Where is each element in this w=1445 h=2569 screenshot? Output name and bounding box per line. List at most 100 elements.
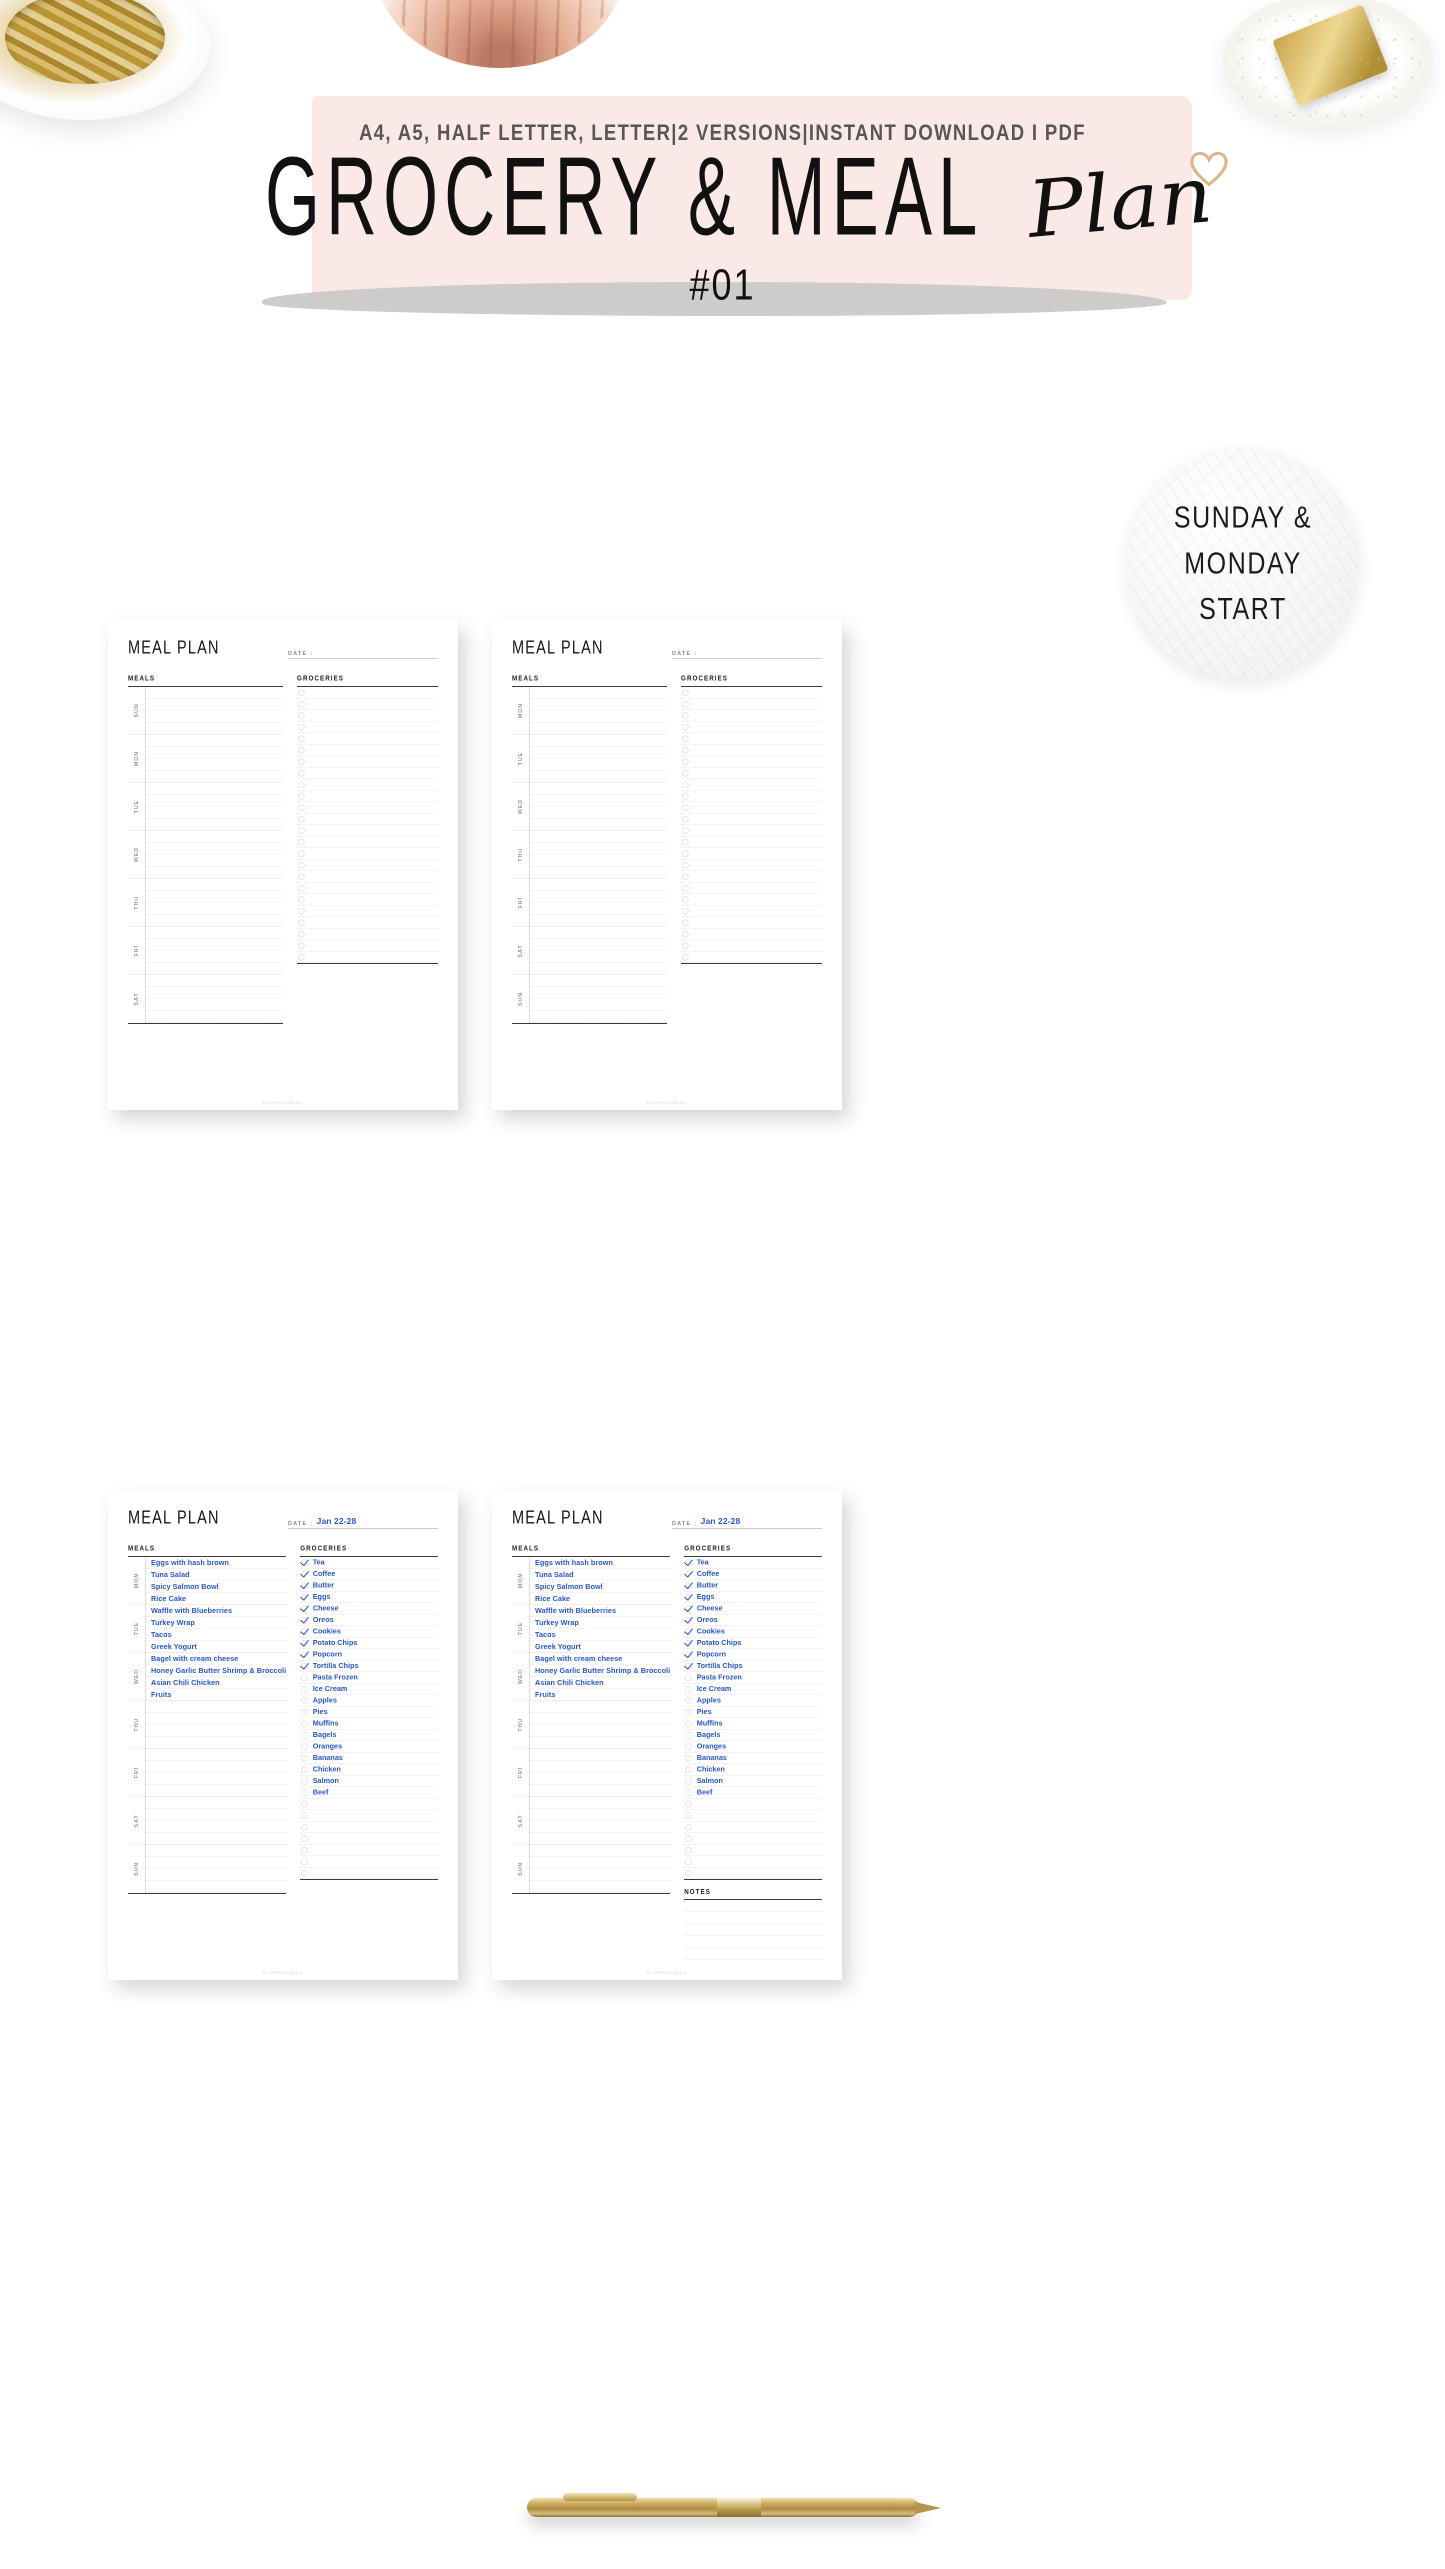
grocery-checkbox[interactable] (682, 827, 689, 834)
grocery-checkbox[interactable] (301, 1616, 308, 1624)
grocery-item[interactable] (297, 768, 438, 779)
meal-line[interactable] (529, 783, 668, 795)
grocery-checkbox[interactable] (301, 1605, 308, 1612)
meal-line[interactable] (529, 987, 668, 999)
grocery-checkbox[interactable] (301, 1823, 308, 1831)
meal-line[interactable] (145, 975, 284, 987)
grocery-checkbox[interactable] (298, 792, 305, 800)
grocery-checkbox[interactable] (685, 1743, 692, 1750)
grocery-item[interactable] (297, 906, 438, 917)
grocery-checkbox[interactable] (682, 850, 689, 857)
grocery-item[interactable]: Bananas (684, 1753, 822, 1764)
grocery-item[interactable] (681, 940, 822, 952)
meal-line[interactable] (529, 1749, 671, 1761)
meal-line[interactable] (529, 699, 668, 711)
grocery-item[interactable]: Oreos (300, 1615, 438, 1626)
meal-line[interactable]: Tacos (145, 1629, 287, 1641)
grocery-item[interactable] (684, 1845, 822, 1856)
meal-line[interactable] (529, 723, 668, 735)
meal-line[interactable] (145, 867, 284, 879)
grocery-item[interactable]: Bagels (300, 1730, 438, 1741)
meal-line[interactable] (145, 1761, 287, 1773)
grocery-item[interactable] (681, 687, 822, 699)
grocery-item[interactable] (300, 1833, 438, 1845)
grocery-checkbox[interactable] (685, 1559, 692, 1566)
meal-line[interactable] (145, 951, 284, 963)
meal-line[interactable] (145, 903, 284, 915)
meal-line[interactable] (529, 1857, 671, 1869)
grocery-item[interactable] (300, 1810, 438, 1822)
grocery-checkbox[interactable] (301, 1800, 308, 1808)
meal-line[interactable]: Turkey Wrap (529, 1617, 671, 1629)
meal-line[interactable] (145, 1797, 287, 1809)
grocery-checkbox[interactable] (682, 700, 689, 708)
grocery-checkbox[interactable] (685, 1628, 692, 1635)
meal-line[interactable] (529, 1761, 671, 1773)
grocery-checkbox[interactable] (301, 1754, 308, 1762)
grocery-item[interactable] (297, 871, 438, 883)
meal-line[interactable] (145, 735, 284, 747)
grocery-item[interactable] (681, 952, 822, 963)
grocery-item[interactable] (297, 722, 438, 733)
meal-line[interactable] (145, 1857, 287, 1869)
grocery-item[interactable] (684, 1810, 822, 1822)
grocery-checkbox[interactable] (298, 815, 305, 823)
grocery-item[interactable] (297, 894, 438, 906)
meal-line[interactable] (529, 687, 668, 699)
grocery-checkbox[interactable] (301, 1639, 308, 1647)
grocery-checkbox[interactable] (301, 1593, 308, 1601)
meal-line[interactable] (529, 747, 668, 759)
meal-line[interactable]: Tuna Salad (145, 1569, 287, 1581)
meal-line[interactable] (145, 939, 284, 951)
grocery-item[interactable] (681, 722, 822, 733)
grocery-item[interactable]: Oranges (300, 1741, 438, 1753)
grocery-checkbox[interactable] (682, 942, 689, 949)
grocery-checkbox[interactable] (682, 896, 689, 903)
grocery-checkbox[interactable] (685, 1605, 692, 1612)
grocery-checkbox[interactable] (682, 758, 689, 765)
grocery-checkbox[interactable] (298, 896, 305, 903)
meal-line[interactable]: Fruits (529, 1689, 671, 1701)
grocery-item[interactable] (681, 837, 822, 848)
meal-line[interactable] (145, 831, 284, 843)
grocery-item[interactable] (297, 779, 438, 791)
grocery-checkbox[interactable] (301, 1720, 308, 1727)
meal-line[interactable] (529, 1881, 671, 1893)
grocery-item[interactable]: Salmon (300, 1776, 438, 1787)
grocery-checkbox[interactable] (685, 1697, 692, 1704)
grocery-item[interactable] (681, 860, 822, 871)
meal-line[interactable] (529, 1809, 671, 1821)
meal-line[interactable] (529, 1713, 671, 1725)
meal-line[interactable] (145, 963, 284, 975)
grocery-item[interactable]: Ice Cream (300, 1684, 438, 1695)
grocery-checkbox[interactable] (298, 861, 305, 869)
grocery-item[interactable]: Cheese (300, 1603, 438, 1615)
grocery-checkbox[interactable] (682, 930, 689, 938)
grocery-checkbox[interactable] (301, 1846, 308, 1854)
meal-line[interactable] (529, 1833, 671, 1845)
grocery-item[interactable] (297, 687, 438, 699)
grocery-item[interactable] (684, 1799, 822, 1810)
meal-line[interactable]: Honey Garlic Butter Shrimp & Broccoli (529, 1665, 671, 1677)
grocery-checkbox[interactable] (298, 884, 305, 892)
meal-line[interactable]: Honey Garlic Butter Shrimp & Broccoli (145, 1665, 287, 1677)
meal-line[interactable] (145, 1713, 287, 1725)
grocery-checkbox[interactable] (298, 942, 305, 949)
meal-line[interactable]: Waffle with Blueberries (145, 1605, 287, 1617)
grocery-item[interactable] (297, 952, 438, 963)
meal-line[interactable] (145, 723, 284, 735)
grocery-item[interactable] (681, 906, 822, 917)
meal-line[interactable] (145, 711, 284, 723)
grocery-item[interactable] (681, 791, 822, 802)
meal-line[interactable] (529, 1011, 668, 1023)
meal-line[interactable] (529, 1785, 671, 1797)
grocery-checkbox[interactable] (301, 1697, 308, 1704)
meal-line[interactable] (145, 795, 284, 807)
grocery-checkbox[interactable] (301, 1743, 308, 1750)
grocery-item[interactable] (681, 814, 822, 825)
grocery-checkbox[interactable] (301, 1685, 308, 1693)
grocery-checkbox[interactable] (301, 1651, 308, 1658)
grocery-item[interactable] (300, 1822, 438, 1833)
grocery-item[interactable]: Potato Chips (684, 1638, 822, 1649)
meal-line[interactable] (529, 891, 668, 903)
